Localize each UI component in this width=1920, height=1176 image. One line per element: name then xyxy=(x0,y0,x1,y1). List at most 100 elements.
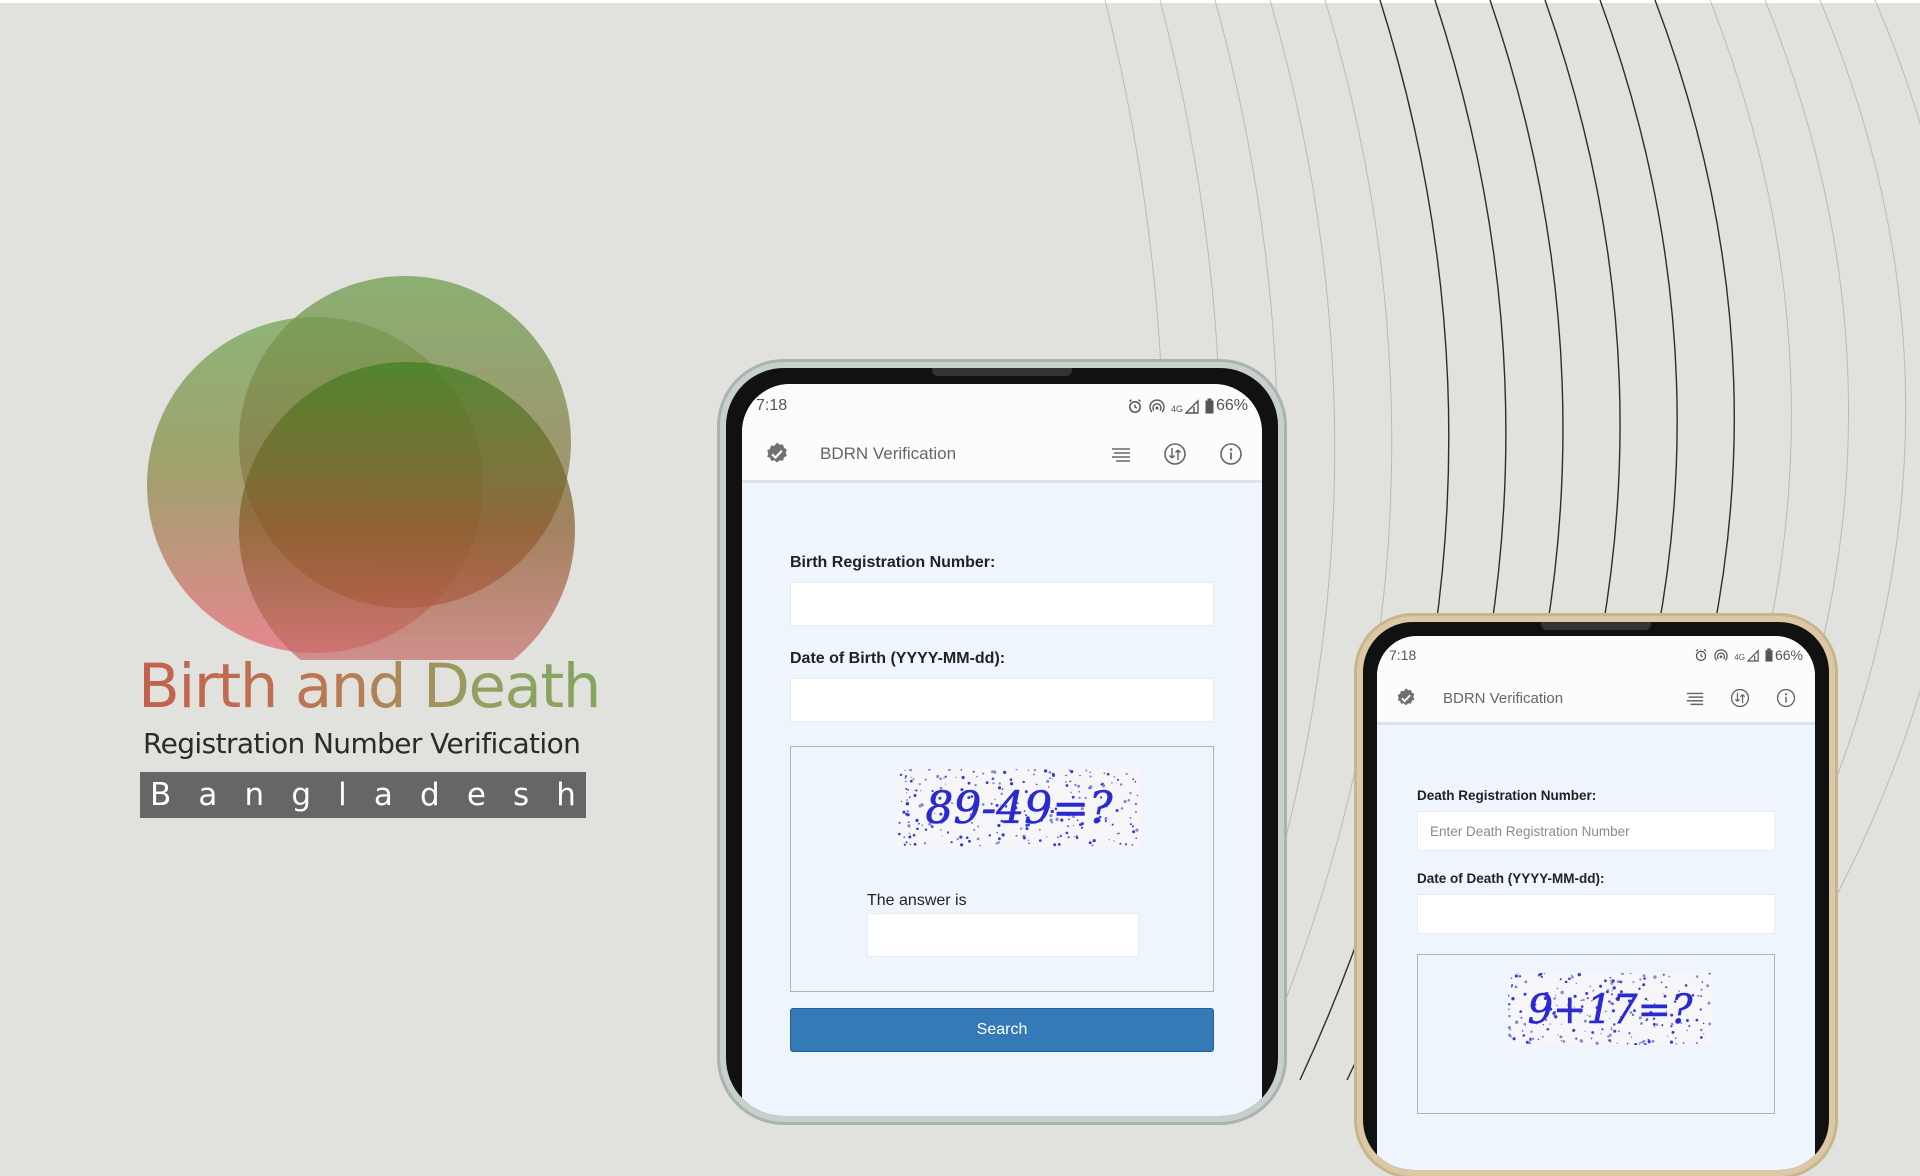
captcha-noise-dot xyxy=(1609,976,1612,979)
captcha-noise-dot xyxy=(908,835,912,839)
menu-lines-icon[interactable] xyxy=(1685,688,1705,708)
captcha-noise-dot xyxy=(1085,769,1088,772)
status-time: 7:18 xyxy=(756,397,788,414)
captcha-noise-dot xyxy=(1642,983,1646,987)
captcha-noise-dot xyxy=(1027,839,1030,842)
captcha-noise-dot xyxy=(912,778,915,781)
captcha-noise-dot xyxy=(1697,994,1700,997)
captcha-noise-dot xyxy=(1639,978,1642,981)
captcha-noise-dot xyxy=(1124,843,1127,846)
captcha-noise-dot xyxy=(905,787,908,790)
info-icon[interactable] xyxy=(1775,687,1797,709)
captcha-noise-dot xyxy=(939,777,942,781)
app-logo: Birth and Death Registration Number Veri… xyxy=(135,260,601,820)
captcha-noise-dot xyxy=(909,779,913,783)
menu-lines-icon[interactable] xyxy=(1110,443,1132,465)
captcha-noise-dot xyxy=(1570,975,1574,979)
info-icon[interactable] xyxy=(1218,441,1244,467)
death-reg-label: Death Registration Number: xyxy=(1417,788,1597,803)
captcha-noise-dot xyxy=(1515,1020,1519,1024)
captcha-noise-dot xyxy=(1079,774,1081,777)
search-button[interactable]: Search xyxy=(790,1008,1214,1052)
captcha-noise-dot xyxy=(1595,1041,1599,1045)
dod-input[interactable] xyxy=(1417,894,1775,934)
captcha-noise-dot xyxy=(1708,1022,1712,1026)
captcha-noise-dot xyxy=(1510,977,1513,979)
captcha-answer-label: The answer is xyxy=(867,892,967,909)
captcha-noise-dot xyxy=(915,818,919,822)
captcha-noise-dot xyxy=(1647,1040,1651,1044)
captcha-noise-dot xyxy=(998,837,1001,841)
history-icon[interactable] xyxy=(1729,687,1751,709)
captcha-noise-dot xyxy=(1049,777,1051,779)
captcha-noise-dot xyxy=(920,790,922,792)
captcha-noise-dot xyxy=(909,843,911,845)
captcha-noise-dot xyxy=(1129,817,1132,819)
phone-death-verification: 7:18 4G 66% BDRN Verification Death Regi… xyxy=(1357,616,1835,1176)
captcha-noise-dot xyxy=(1700,988,1703,991)
captcha-noise-dot xyxy=(1682,1042,1685,1044)
birth-reg-input[interactable] xyxy=(790,582,1214,626)
captcha-noise-dot xyxy=(1033,773,1035,776)
captcha-noise-dot xyxy=(1135,828,1139,832)
captcha-noise-dot xyxy=(906,792,908,794)
captcha-noise-dot xyxy=(910,776,912,779)
logo-country-bar: B a n g l a d e s h xyxy=(140,772,586,818)
logo-country-letter: l xyxy=(338,777,347,813)
captcha-noise-dot xyxy=(1059,834,1062,838)
captcha-answer-input[interactable] xyxy=(867,913,1139,957)
network-type: 4G xyxy=(1734,653,1745,662)
captcha-noise-dot xyxy=(1557,1034,1559,1036)
captcha-noise-dot xyxy=(1643,1040,1646,1042)
network-type: 4G xyxy=(1170,404,1183,414)
logo-subtitle: Registration Number Verification xyxy=(143,727,581,760)
captcha-noise-dot xyxy=(1700,1037,1702,1039)
captcha-noise-dot xyxy=(936,774,940,779)
captcha-noise-dot xyxy=(976,837,980,841)
captcha-noise-dot xyxy=(1089,775,1092,778)
captcha-noise-dot xyxy=(913,842,917,846)
alarm-icon xyxy=(1696,649,1707,662)
verified-badge-icon xyxy=(1395,687,1417,709)
captcha-noise-dot xyxy=(1508,1033,1512,1037)
captcha-noise-dot xyxy=(1695,1041,1698,1045)
dod-label: Date of Death (YYYY-MM-dd): xyxy=(1417,871,1605,886)
dob-input[interactable] xyxy=(790,678,1214,722)
captcha-noise-dot xyxy=(1651,1039,1655,1043)
captcha-noise-dot xyxy=(1706,984,1710,988)
captcha-box: 89-49=? The answer is xyxy=(790,746,1214,992)
captcha-noise-dot xyxy=(982,772,985,775)
battery-level: 66% xyxy=(1215,397,1248,414)
death-reg-input[interactable] xyxy=(1417,811,1775,851)
captcha-noise-dot xyxy=(1669,1040,1674,1044)
captcha-noise-dot xyxy=(1508,1003,1511,1006)
captcha-noise-dot xyxy=(1048,771,1052,774)
captcha-noise-dot xyxy=(1703,1033,1705,1035)
captcha-noise-dot xyxy=(956,837,959,841)
captcha-noise-dot xyxy=(903,836,905,839)
captcha-noise-dot xyxy=(1015,834,1018,837)
captcha-noise-dot xyxy=(1108,839,1110,841)
captcha-noise-dot xyxy=(1532,1037,1534,1040)
history-icon[interactable] xyxy=(1162,441,1188,467)
app-title: BDRN Verification xyxy=(1443,689,1564,707)
battery-level: 66% xyxy=(1774,647,1803,663)
captcha-noise-dot xyxy=(1560,1039,1563,1042)
captcha-image: 89-49=? xyxy=(897,769,1141,847)
captcha-noise-dot xyxy=(961,775,965,780)
captcha-noise-dot xyxy=(1632,981,1635,983)
captcha-noise-dot xyxy=(1119,783,1123,786)
captcha-noise-dot xyxy=(1132,830,1136,834)
logo-country-letter: B xyxy=(150,777,172,813)
captcha-noise-dot xyxy=(1070,770,1074,774)
captcha-noise-dot xyxy=(1043,769,1048,773)
captcha-noise-dot xyxy=(1092,839,1096,843)
captcha-noise-dot xyxy=(918,822,920,825)
phone-notch xyxy=(932,368,1072,376)
captcha-noise-dot xyxy=(1053,843,1057,847)
captcha-noise-dot xyxy=(1568,977,1571,981)
captcha-noise-dot xyxy=(1702,1022,1705,1025)
captcha-noise-dot xyxy=(965,836,969,839)
captcha-noise-dot xyxy=(1700,1028,1703,1032)
captcha-noise-dot xyxy=(1626,1042,1629,1045)
